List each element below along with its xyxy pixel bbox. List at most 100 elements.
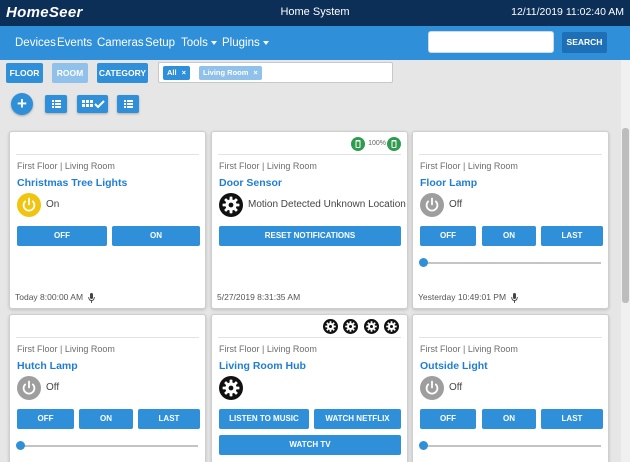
last-button[interactable]: LAST (138, 409, 200, 429)
device-card-hutch-lamp: First Floor | Living Room Hutch Lamp Off… (9, 314, 206, 462)
nav-tools-label: Tools (181, 37, 208, 49)
hub-status-icons (322, 319, 399, 339)
dimmer-slider-handle[interactable] (419, 258, 428, 267)
battery-level: 100% (368, 140, 386, 147)
list-icon (52, 100, 61, 108)
device-location: First Floor | Living Room (420, 344, 518, 354)
device-status: Off (449, 382, 463, 393)
battery-icon (351, 137, 365, 151)
gear-icon[interactable] (219, 193, 243, 217)
on-button[interactable]: ON (482, 409, 536, 429)
search-button[interactable]: SEARCH (562, 32, 607, 53)
chip-label: Living Room (203, 68, 249, 77)
device-location: First Floor | Living Room (219, 344, 317, 354)
dimmer-slider-handle[interactable] (16, 441, 25, 450)
datetime-display: 12/11/2019 11:02:40 AM (511, 6, 624, 18)
microphone-icon[interactable] (511, 292, 518, 303)
power-off-icon[interactable] (420, 193, 444, 217)
microphone-icon[interactable] (88, 292, 95, 303)
nav-plugins-label: Plugins (222, 37, 260, 49)
floor-filter-button[interactable]: FLOOR (6, 63, 43, 83)
power-off-icon[interactable] (420, 376, 444, 400)
plus-icon: + (17, 94, 27, 113)
dimmer-slider-track[interactable] (423, 445, 601, 447)
last-change-time: 5/27/2019 8:31:35 AM (217, 292, 301, 302)
gear-icon (322, 319, 338, 334)
list-icon (124, 100, 133, 108)
nav-plugins-dropdown[interactable]: Plugins (222, 37, 269, 49)
gear-icon (384, 319, 399, 334)
filter-chip-living-room[interactable]: Living Room × (199, 66, 262, 80)
off-button[interactable]: OFF (17, 409, 74, 429)
select-grid-button[interactable] (77, 95, 108, 113)
device-name[interactable]: Christmas Tree Lights (17, 177, 127, 189)
power-off-icon[interactable] (17, 376, 41, 400)
filter-chip-all[interactable]: All × (163, 66, 190, 80)
card-divider (16, 154, 199, 155)
gear-icon (343, 319, 359, 334)
list-options-button[interactable] (117, 95, 139, 113)
device-name[interactable]: Floor Lamp (420, 177, 477, 189)
device-name[interactable]: Outside Light (420, 360, 488, 372)
add-device-button[interactable]: + (11, 93, 33, 115)
listen-to-music-button[interactable]: LISTEN TO MUSIC (219, 409, 309, 429)
category-filter-button[interactable]: CATEGORY (97, 63, 148, 83)
battery-icon (387, 137, 401, 151)
off-button[interactable]: OFF (420, 226, 476, 246)
device-status: Off (46, 382, 60, 393)
device-card-christmas-tree-lights: First Floor | Living Room Christmas Tree… (9, 131, 206, 309)
nav-devices[interactable]: Devices (15, 37, 56, 49)
device-location: First Floor | Living Room (17, 344, 115, 354)
scrollbar-thumb[interactable] (622, 128, 629, 303)
device-card-door-sensor: 100% First Floor | Living Room Door Sens… (211, 131, 408, 309)
nav-events[interactable]: Events (57, 37, 92, 49)
watch-netflix-button[interactable]: WATCH NETFLIX (314, 409, 401, 429)
dimmer-slider-handle[interactable] (419, 441, 428, 450)
device-card-living-room-hub: First Floor | Living Room Living Room Hu… (211, 314, 408, 462)
last-button[interactable]: LAST (541, 226, 603, 246)
card-divider (419, 154, 602, 155)
last-button[interactable]: LAST (541, 409, 603, 429)
device-location: First Floor | Living Room (420, 161, 518, 171)
nav-cameras[interactable]: Cameras (97, 37, 144, 49)
on-button[interactable]: ON (482, 226, 536, 246)
device-location: First Floor | Living Room (17, 161, 115, 171)
filter-tag-box[interactable]: All × Living Room × (158, 62, 393, 83)
off-button[interactable]: OFF (17, 226, 107, 246)
device-name[interactable]: Living Room Hub (219, 360, 306, 372)
last-change-label: Today 8:00:00 AM (15, 292, 84, 302)
grid-check-icon (82, 100, 105, 109)
last-change-label: Yesterday 10:49:01 PM (418, 292, 507, 302)
search-input[interactable] (428, 31, 554, 53)
off-button[interactable]: OFF (420, 409, 476, 429)
top-bar: HomeSeer Home System 12/11/2019 11:02:40… (0, 0, 630, 26)
dimmer-slider-track[interactable] (20, 445, 198, 447)
chevron-down-icon (210, 40, 217, 45)
last-change-time: Today 8:00:00 AM (15, 292, 95, 303)
dimmer-slider-track[interactable] (423, 262, 601, 264)
card-divider (218, 154, 401, 155)
close-icon[interactable]: × (182, 68, 186, 77)
scrollbar[interactable] (621, 60, 630, 462)
on-button[interactable]: ON (112, 226, 200, 246)
watch-tv-button[interactable]: WATCH TV (219, 435, 401, 455)
list-view-button[interactable] (45, 95, 67, 113)
on-button[interactable]: ON (79, 409, 133, 429)
nav-setup[interactable]: Setup (145, 37, 175, 49)
room-filter-button[interactable]: ROOM (52, 63, 88, 83)
device-location: First Floor | Living Room (219, 161, 317, 171)
device-card-floor-lamp: First Floor | Living Room Floor Lamp Off… (412, 131, 609, 309)
power-on-icon[interactable] (17, 193, 41, 217)
close-icon[interactable]: × (253, 68, 257, 77)
device-name[interactable]: Hutch Lamp (17, 360, 78, 372)
nav-tools-dropdown[interactable]: Tools (181, 37, 217, 49)
card-divider (16, 337, 199, 338)
chip-label: All (167, 68, 177, 77)
device-status: Motion Detected Unknown Location (248, 199, 406, 210)
gear-icon (363, 319, 379, 334)
chevron-down-icon (262, 40, 269, 45)
device-name[interactable]: Door Sensor (219, 177, 282, 189)
reset-notifications-button[interactable]: RESET NOTIFICATIONS (219, 226, 401, 246)
device-status: On (46, 199, 60, 210)
gear-icon[interactable] (219, 376, 243, 400)
